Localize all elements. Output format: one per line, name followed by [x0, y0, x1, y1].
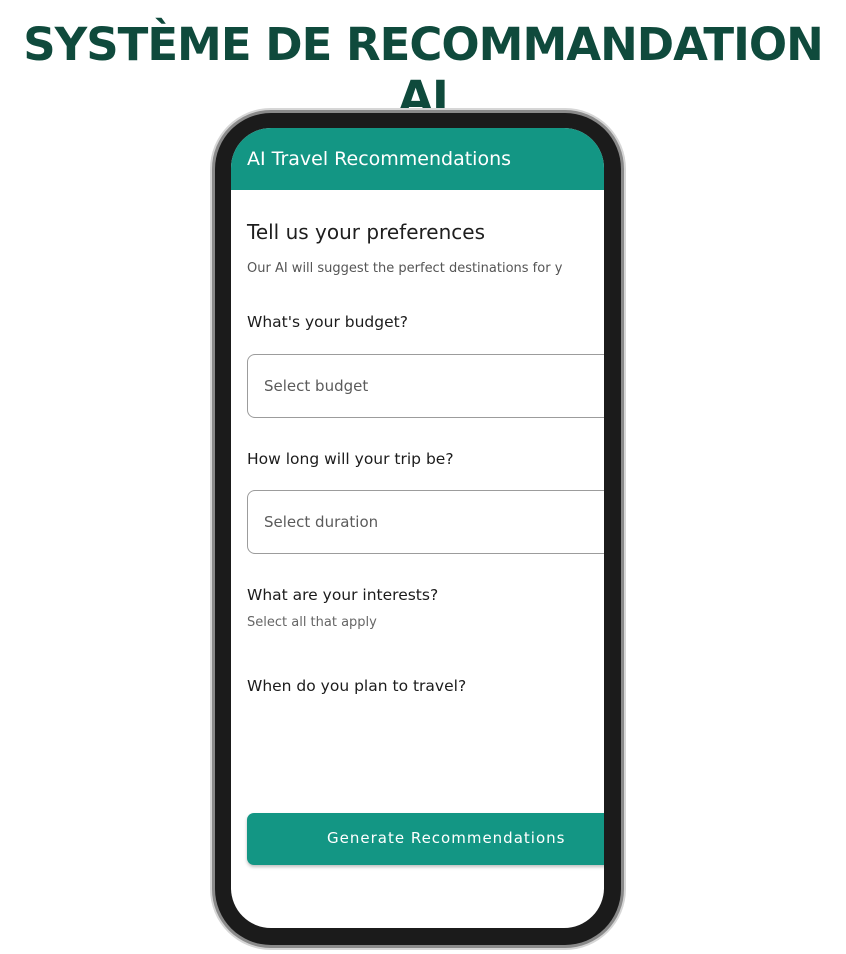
page-title: SYSTÈME DE RECOMMANDATION AI	[23, 18, 824, 124]
preferences-form: Tell us your preferences Our AI will sug…	[247, 190, 604, 928]
budget-select-placeholder: Select budget	[264, 377, 369, 395]
app-bar: AI Travel Recommendations	[231, 128, 604, 190]
form-subtext: Our AI will suggest the perfect destinat…	[247, 261, 563, 276]
travel-time-label: When do you plan to travel?	[247, 677, 467, 695]
duration-label: How long will your trip be?	[247, 450, 454, 468]
generate-recommendations-label: Generate Recommendations	[327, 829, 566, 847]
budget-select[interactable]: Select budget	[247, 354, 604, 418]
interests-hint: Select all that apply	[247, 615, 377, 630]
app-bar-title: AI Travel Recommendations	[247, 148, 512, 170]
duration-select-placeholder: Select duration	[264, 513, 379, 531]
duration-select[interactable]: Select duration	[247, 490, 604, 554]
budget-label: What's your budget?	[247, 313, 408, 331]
generate-recommendations-button[interactable]: Generate Recommendations	[247, 813, 604, 865]
interests-label: What are your interests?	[247, 586, 439, 604]
form-heading: Tell us your preferences	[247, 220, 485, 244]
phone-screen: AI Travel Recommendations Tell us your p…	[231, 128, 604, 928]
